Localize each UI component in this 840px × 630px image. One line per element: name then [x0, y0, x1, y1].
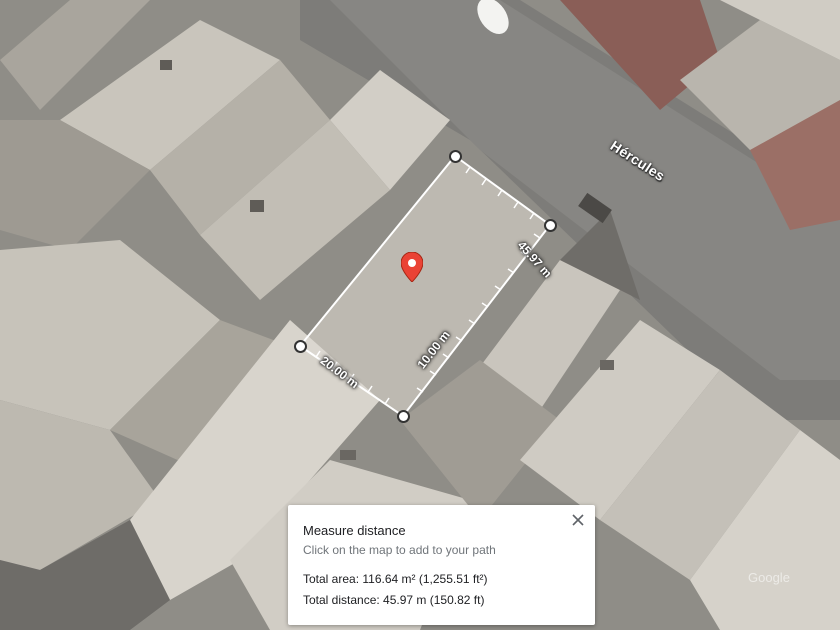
measure-vertex-handle[interactable]	[449, 150, 462, 163]
panel-hint: Click on the map to add to your path	[303, 543, 496, 557]
close-button[interactable]	[569, 511, 587, 529]
measure-vertex-handle[interactable]	[544, 219, 557, 232]
total-distance-text: Total distance: 45.97 m (150.82 ft)	[303, 593, 485, 607]
measure-vertex-handle[interactable]	[397, 410, 410, 423]
map-watermark: Google	[748, 570, 790, 585]
total-area-text: Total area: 116.64 m² (1,255.51 ft²)	[303, 572, 488, 586]
map-pin-icon[interactable]	[401, 252, 423, 282]
measure-vertex-handle[interactable]	[294, 340, 307, 353]
measure-distance-panel: Measure distance Click on the map to add…	[288, 505, 595, 625]
panel-title: Measure distance	[303, 523, 406, 538]
close-icon	[572, 514, 584, 526]
